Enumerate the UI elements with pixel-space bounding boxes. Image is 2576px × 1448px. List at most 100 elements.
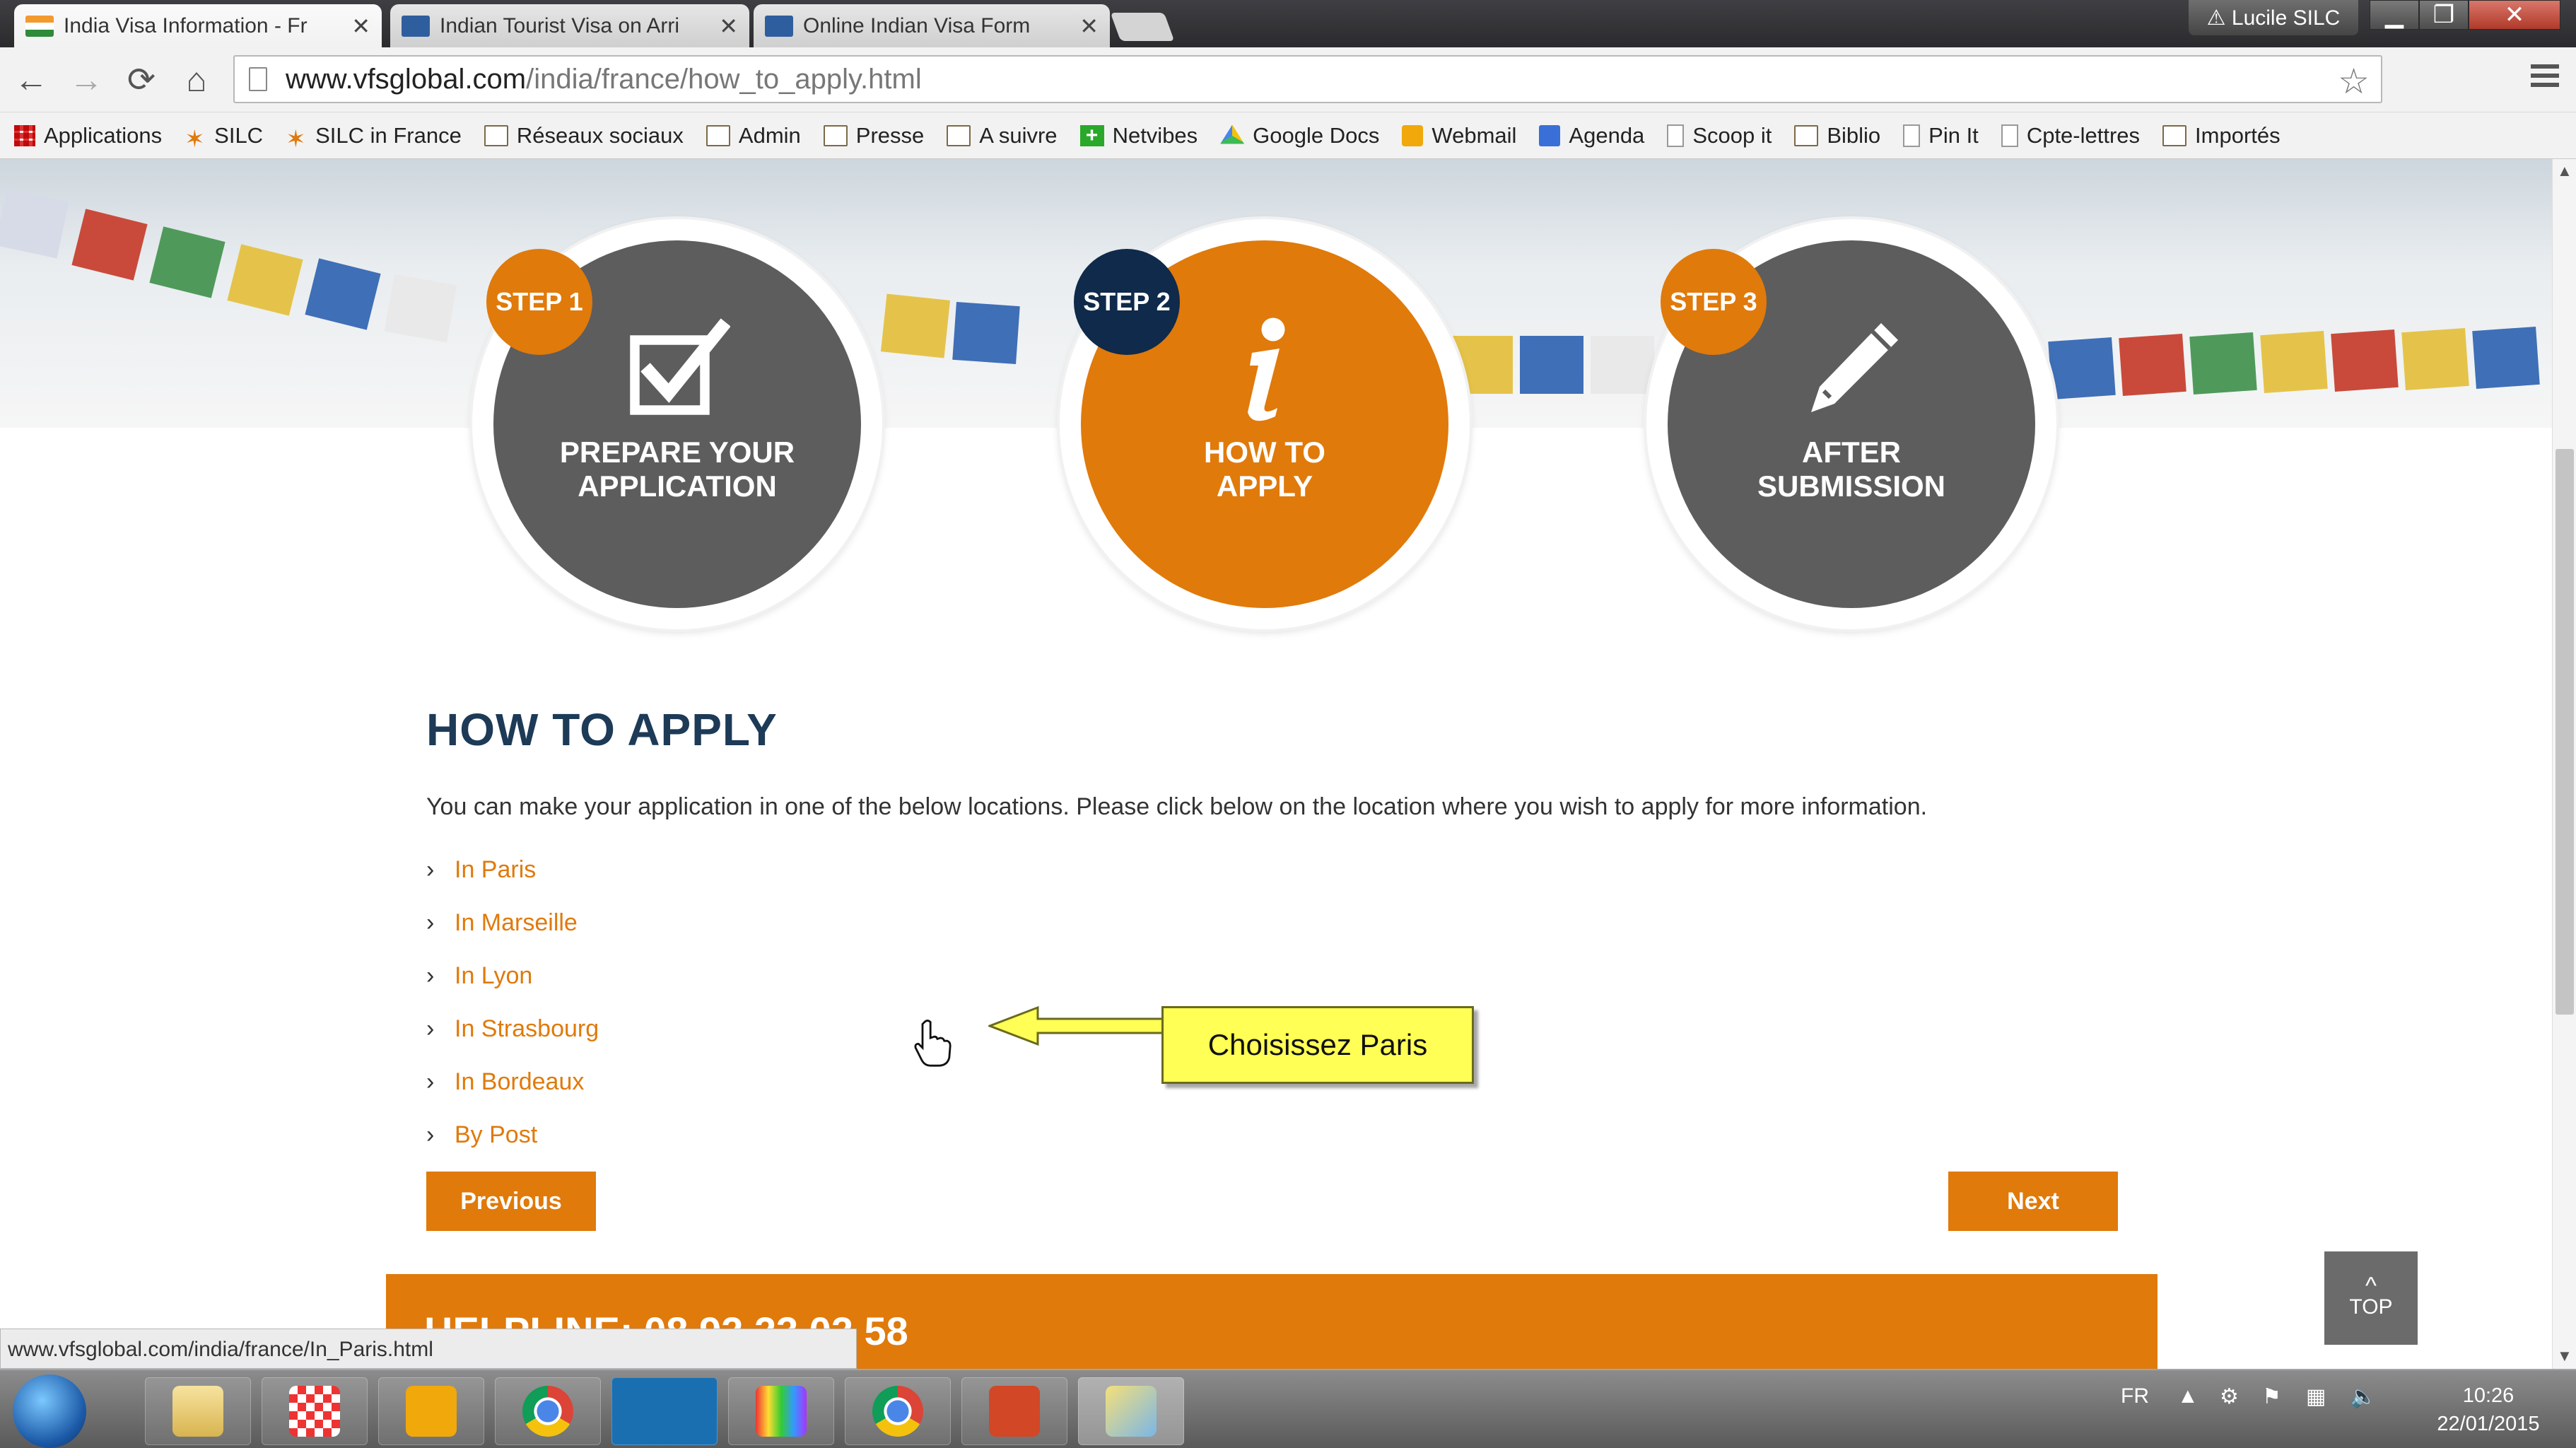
chrome-icon (522, 1386, 573, 1437)
next-button[interactable]: Next (1948, 1172, 2118, 1231)
close-icon[interactable]: ✕ (1079, 13, 1099, 40)
close-icon[interactable]: ✕ (351, 13, 370, 40)
prayer-flag (2048, 337, 2116, 400)
language-indicator[interactable]: FR (2121, 1384, 2149, 1408)
list-item: › In Marseille (426, 897, 599, 950)
bookmark-google-docs[interactable]: Google Docs (1220, 123, 1379, 148)
twitter-icon (639, 1386, 690, 1437)
minimize-button[interactable]: ▁ (2370, 0, 2419, 30)
windows-taskbar: FR ▲ ⚙ ⚑ ▦ 🔈 10:26 22/01/2015 (0, 1369, 2576, 1448)
hand-cursor-icon (914, 1020, 952, 1067)
snipping-tool-icon (1106, 1386, 1157, 1437)
vertical-scrollbar[interactable]: ▲ ▼ (2552, 159, 2576, 1369)
taskbar-outlook[interactable] (378, 1377, 484, 1445)
show-hidden-icons[interactable]: ▲ (2177, 1384, 2199, 1408)
bookmark-label: Importés (2195, 122, 2281, 148)
network-icon[interactable]: ▦ (2306, 1384, 2326, 1409)
volume-icon[interactable]: 🔈 (2350, 1384, 2376, 1409)
close-window-button[interactable]: ✕ (2469, 0, 2560, 30)
previous-button[interactable]: Previous (426, 1172, 596, 1231)
prayer-flag (2331, 329, 2399, 392)
location-link-strasbourg[interactable]: In Strasbourg (455, 1015, 599, 1043)
close-icon[interactable]: ✕ (719, 13, 738, 40)
location-link-lyon[interactable]: In Lyon (455, 962, 532, 990)
action-center-flag-icon[interactable]: ⚑ (2262, 1384, 2281, 1409)
bookmark-netvibes[interactable]: + Netvibes (1079, 123, 1198, 148)
outlook-icon (406, 1386, 457, 1437)
home-icon[interactable]: ⌂ (175, 60, 218, 100)
step-label: PREPARE YOUR APPLICATION (559, 436, 795, 503)
hamburger-menu-icon[interactable] (2531, 64, 2559, 93)
page-icon (249, 67, 267, 91)
bookmark-star-icon[interactable]: ☆ (2338, 61, 2370, 102)
prayer-flag (2189, 332, 2257, 395)
clock-date: 22/01/2015 (2437, 1413, 2540, 1435)
browser-toolbar: ← → ⟳ ⌂ www.vfsglobal.com/india/france/h… (0, 47, 2576, 112)
step-2-how-to-apply[interactable]: HOW TO APPLY STEP 2 (1060, 219, 1470, 629)
address-bar[interactable]: www.vfsglobal.com/india/france/how_to_ap… (233, 55, 2382, 103)
bookmark-agenda[interactable]: Agenda (1539, 123, 1644, 148)
reload-icon[interactable]: ⟳ (120, 60, 163, 100)
taskbar-explorer[interactable] (145, 1377, 251, 1445)
bookmark-webmail[interactable]: Webmail (1402, 123, 1516, 148)
prayer-flag (2119, 333, 2186, 397)
prayer-flag (227, 244, 303, 316)
forward-arrow-icon[interactable]: → (65, 60, 107, 100)
windows-start-icon[interactable] (13, 1374, 86, 1448)
bookmark-scoop-it[interactable]: Scoop it (1667, 123, 1772, 148)
bookmark-a-suivre[interactable]: A suivre (947, 123, 1058, 148)
scroll-up-arrow-icon[interactable]: ▲ (2557, 162, 2572, 180)
profile-user-badge[interactable]: ⚠ Lucile SILC (2189, 0, 2358, 35)
film-icon (756, 1386, 807, 1437)
bookmark-label: Admin (738, 122, 801, 148)
bookmark-presse[interactable]: Presse (823, 123, 924, 148)
taskbar-powerpoint[interactable] (961, 1377, 1067, 1445)
taskbar-media[interactable] (728, 1377, 834, 1445)
taskbar-twitter[interactable] (611, 1377, 718, 1445)
taskbar-apps[interactable] (262, 1377, 368, 1445)
bookmark-cpte-lettres[interactable]: Cpte-lettres (2001, 123, 2140, 148)
scroll-thumb[interactable] (2555, 449, 2574, 1015)
bookmark-reseaux-sociaux[interactable]: Réseaux sociaux (484, 123, 684, 148)
tab-online-indian-visa-form[interactable]: Online Indian Visa Form ✕ (754, 4, 1110, 47)
tab-indian-tourist-visa[interactable]: Indian Tourist Visa on Arri ✕ (390, 4, 749, 47)
bookmark-admin[interactable]: Admin (706, 123, 801, 148)
callout-arrow-icon (988, 1005, 1165, 1046)
taskbar-snipping[interactable] (1078, 1377, 1184, 1445)
location-link-by-post[interactable]: By Post (455, 1121, 537, 1149)
maximize-button[interactable]: ❐ (2419, 0, 2469, 30)
bookmark-silc[interactable]: ✶ SILC (185, 122, 264, 153)
location-link-marseille[interactable]: In Marseille (455, 909, 578, 937)
folder-icon (823, 124, 848, 146)
step-3-after-submission[interactable]: AFTER SUBMISSION STEP 3 (1646, 219, 2056, 629)
location-link-paris[interactable]: In Paris (455, 856, 536, 884)
prayer-flag (2401, 327, 2469, 391)
taskbar-chrome-2[interactable] (845, 1377, 951, 1445)
prayer-flag (149, 226, 226, 298)
step-label: AFTER SUBMISSION (1757, 436, 1946, 503)
chevron-right-icon: › (426, 909, 435, 936)
step-badge: STEP 1 (486, 249, 592, 355)
bookmark-label: SILC in France (315, 122, 462, 148)
new-tab-button[interactable] (1110, 13, 1175, 41)
bookmark-label: SILC (214, 122, 264, 148)
taskbar-clock[interactable]: 10:26 22/01/2015 (2411, 1382, 2566, 1438)
scroll-down-arrow-icon[interactable]: ▼ (2557, 1347, 2572, 1365)
chevron-right-icon: › (426, 962, 435, 989)
taskbar-chrome[interactable] (495, 1377, 601, 1445)
bookmark-pin-it[interactable]: Pin It (1903, 123, 1979, 148)
sync-icon[interactable]: ⚙ (2220, 1384, 2239, 1409)
bookmark-label: Biblio (1827, 122, 1881, 148)
location-link-bordeaux[interactable]: In Bordeaux (455, 1068, 584, 1096)
back-arrow-icon[interactable]: ← (10, 60, 52, 100)
step-1-prepare-application[interactable]: PREPARE YOUR APPLICATION STEP 1 (472, 219, 882, 629)
prayer-flag (1591, 336, 1654, 394)
bookmark-label: Agenda (1569, 122, 1645, 148)
address-url[interactable]: www.vfsglobal.com/india/france/how_to_ap… (286, 64, 922, 95)
bookmark-biblio[interactable]: Biblio (1794, 123, 1880, 148)
bookmark-importes[interactable]: Importés (2162, 123, 2281, 148)
bookmark-silc-in-france[interactable]: ✶ SILC in France (286, 122, 462, 153)
tab-india-visa-information[interactable]: India Visa Information - Fr ✕ (14, 4, 382, 47)
bookmark-applications[interactable]: Applications (14, 123, 162, 148)
back-to-top-button[interactable]: ^ TOP (2324, 1251, 2418, 1345)
